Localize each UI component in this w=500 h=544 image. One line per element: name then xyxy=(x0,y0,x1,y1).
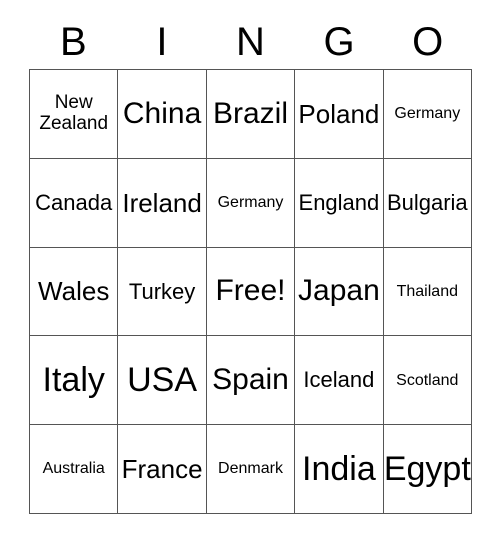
bingo-cell[interactable]: Iceland xyxy=(295,336,384,426)
bingo-cell[interactable]: Canada xyxy=(30,158,119,248)
bingo-cell[interactable]: Italy xyxy=(30,336,119,426)
bingo-cell-free[interactable]: Free! xyxy=(206,247,296,337)
bingo-header-letter-i: I xyxy=(156,19,168,64)
bingo-cell[interactable]: Thailand xyxy=(383,247,472,337)
bingo-cell[interactable]: Denmark xyxy=(206,425,296,514)
bingo-cell[interactable]: France xyxy=(118,425,207,514)
bingo-cell[interactable]: China xyxy=(118,70,207,159)
bingo-cell[interactable]: Japan xyxy=(295,247,384,337)
bingo-card: B I N G O New Zealand China Brazil Poland German… xyxy=(0,0,500,544)
bingo-cell[interactable]: Turkey xyxy=(118,247,207,337)
bingo-cell[interactable]: Germany xyxy=(206,158,296,248)
bingo-cell[interactable]: Germany xyxy=(383,70,472,159)
bingo-header-row: BINGO xyxy=(29,14,472,69)
bingo-cell[interactable]: Spain xyxy=(206,336,296,426)
bingo-cell[interactable]: USA xyxy=(118,336,207,426)
bingo-cell[interactable]: Ireland xyxy=(118,158,207,248)
bingo-header-letter-b: B xyxy=(59,19,87,64)
bingo-cell[interactable]: New Zealand xyxy=(30,70,119,159)
bingo-cell[interactable]: Bulgaria xyxy=(383,158,472,248)
bingo-cell[interactable]: England xyxy=(295,158,384,248)
bingo-header-letter-o: O xyxy=(412,19,444,64)
bingo-header-letter-g: G xyxy=(323,19,355,64)
bingo-header-letter-n: N xyxy=(236,19,265,64)
bingo-cell[interactable]: Australia xyxy=(30,425,119,514)
bingo-cell[interactable]: Egypt xyxy=(383,425,472,514)
bingo-cell[interactable]: India xyxy=(295,425,384,514)
bingo-grid: New Zealand China Brazil Poland Germany Canad… xyxy=(29,69,472,514)
bingo-cell[interactable]: Poland xyxy=(295,70,384,159)
bingo-cell[interactable]: Scotland xyxy=(383,336,472,426)
bingo-cell[interactable]: Brazil xyxy=(206,70,296,159)
bingo-cell[interactable]: Wales xyxy=(30,247,119,337)
